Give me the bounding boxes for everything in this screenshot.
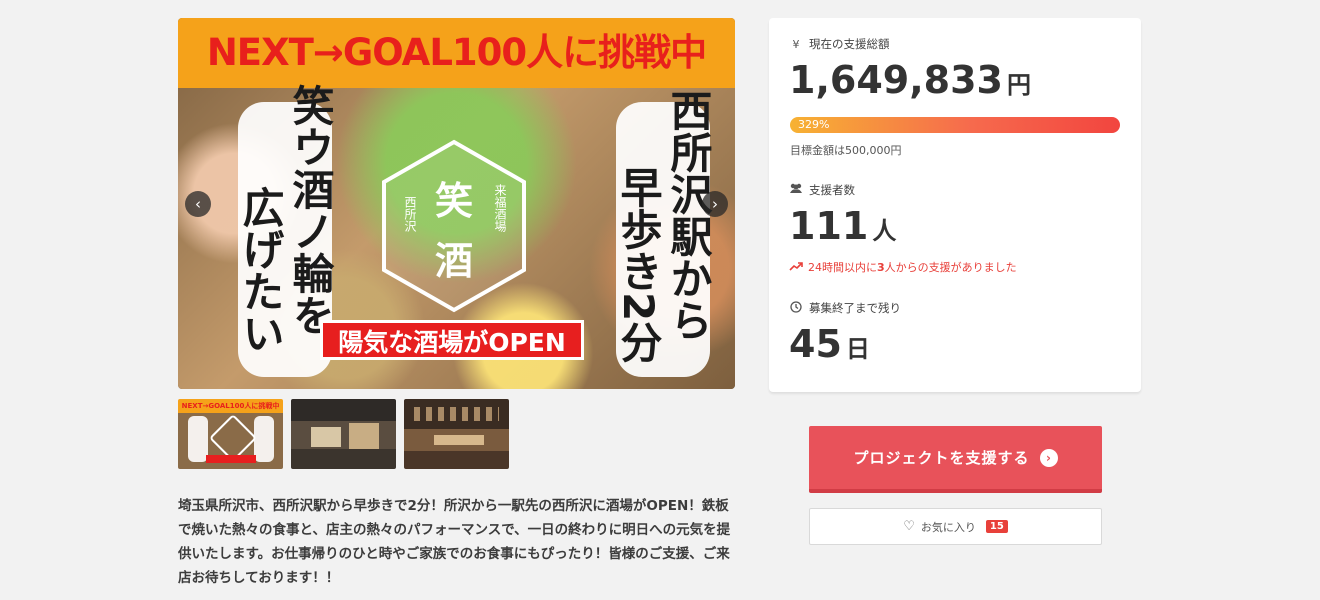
- chevron-right-icon: ›: [712, 195, 718, 213]
- trending-up-icon: [789, 261, 803, 274]
- remaining-label: 募集終了まで残り: [809, 301, 901, 315]
- carousel-prev-button[interactable]: ‹: [185, 191, 211, 217]
- hero-left-line-1: 笑ウ酒ノ輪を: [286, 83, 335, 336]
- hero-right-line-1: 西所沢駅から: [664, 88, 713, 341]
- supporters-unit: 人: [872, 217, 897, 245]
- hero-photo: 笑ウ酒ノ輪を 広げたい 笑 酒 西所沢 来福酒場 西所沢駅から 早歩き2分 陽気…: [178, 84, 735, 389]
- thumbnail-window: [311, 427, 341, 447]
- supporters-count: 111: [789, 204, 869, 248]
- funding-label: 現在の支援総額: [809, 37, 890, 51]
- hero-left-panel: 笑ウ酒ノ輪を 広げたい: [236, 84, 335, 377]
- yen-icon: ¥: [792, 37, 800, 51]
- remaining-label-row: 募集終了まで残り: [789, 300, 901, 316]
- project-description: 埼玉県所沢市、西所沢駅から早歩きで2分！所沢から一駅先の西所沢に酒場がOPEN！…: [178, 498, 731, 586]
- funding-amount-row: 1,649,833 円: [789, 58, 1031, 102]
- recent-support-notice: 24時間以内に3人からの支援がありました: [789, 259, 1017, 275]
- thumbnail-panel-left: [188, 416, 208, 462]
- thumbnail-panel-right: [254, 416, 274, 462]
- recent-count: 3: [877, 261, 885, 274]
- clock-icon: [789, 300, 803, 316]
- hero-right-line-2: 早歩き2分: [614, 165, 663, 364]
- arrow-right-icon: ›: [1039, 448, 1058, 467]
- funding-amount: 1,649,833: [789, 58, 1003, 102]
- favorite-button[interactable]: ♡ お気に入り 15: [809, 508, 1102, 545]
- thumbnail-3[interactable]: [404, 399, 509, 469]
- thumbnail-banner-text: NEXT→GOAL100人に挑戦中: [181, 402, 280, 410]
- funding-percent: 329%: [798, 118, 830, 131]
- shop-logo: 笑 酒 西所沢 来福酒場: [374, 136, 534, 316]
- thumbnail-window: [349, 423, 379, 449]
- hero-banner-text: NEXT→GOAL100人に挑戦中: [178, 18, 735, 88]
- logo-char-top: 笑: [434, 179, 473, 223]
- users-icon: [789, 183, 803, 197]
- logo-left-small: 西所沢: [403, 196, 417, 232]
- stats-card: ¥ 現在の支援総額 1,649,833 円 329% 目標金額は500,000円 …: [769, 18, 1141, 392]
- favorite-label: お気に入り: [920, 520, 976, 534]
- remaining-days: 45: [789, 322, 842, 366]
- thumbnail-2[interactable]: [291, 399, 396, 469]
- favorite-count-badge: 15: [985, 520, 1008, 533]
- heart-icon: ♡: [903, 519, 915, 534]
- carousel-next-button[interactable]: ›: [702, 191, 728, 217]
- thumbnail-1[interactable]: NEXT→GOAL100人に挑戦中: [178, 399, 283, 469]
- open-sign: 陽気な酒場がOPEN: [320, 320, 584, 360]
- logo-char-bottom: 酒: [434, 239, 473, 283]
- support-project-label: プロジェクトを支援する: [853, 449, 1030, 467]
- chevron-left-icon: ‹: [195, 195, 201, 213]
- hero-image: NEXT→GOAL100人に挑戦中 笑ウ酒ノ輪を 広げたい 笑 酒 西所沢 来福…: [178, 18, 735, 389]
- recent-suffix: 人からの支援がありました: [884, 261, 1017, 274]
- funding-label-row: ¥ 現在の支援総額: [789, 36, 890, 52]
- thumbnail-counter: [434, 435, 484, 445]
- thumbnail-sign: [206, 455, 256, 463]
- hero-right-panel: 西所沢駅から 早歩き2分: [614, 89, 713, 377]
- recent-prefix: 24時間以内に: [808, 261, 877, 274]
- funding-goal: 目標金額は500,000円: [790, 144, 902, 157]
- thumbnail-ceiling: [414, 407, 499, 421]
- logo-right-small: 来福酒場: [493, 184, 507, 232]
- funding-unit: 円: [1006, 71, 1031, 99]
- remaining-unit: 日: [845, 335, 870, 363]
- hero-left-line-2: 広げたい: [236, 185, 285, 354]
- support-project-button[interactable]: プロジェクトを支援する ›: [809, 426, 1102, 493]
- funding-progress-bar: 329%: [790, 117, 1120, 133]
- supporters-count-row: 111 人: [789, 204, 896, 248]
- remaining-days-row: 45 日: [789, 322, 870, 366]
- supporters-label-row: 支援者数: [789, 182, 855, 198]
- supporters-label: 支援者数: [809, 183, 855, 197]
